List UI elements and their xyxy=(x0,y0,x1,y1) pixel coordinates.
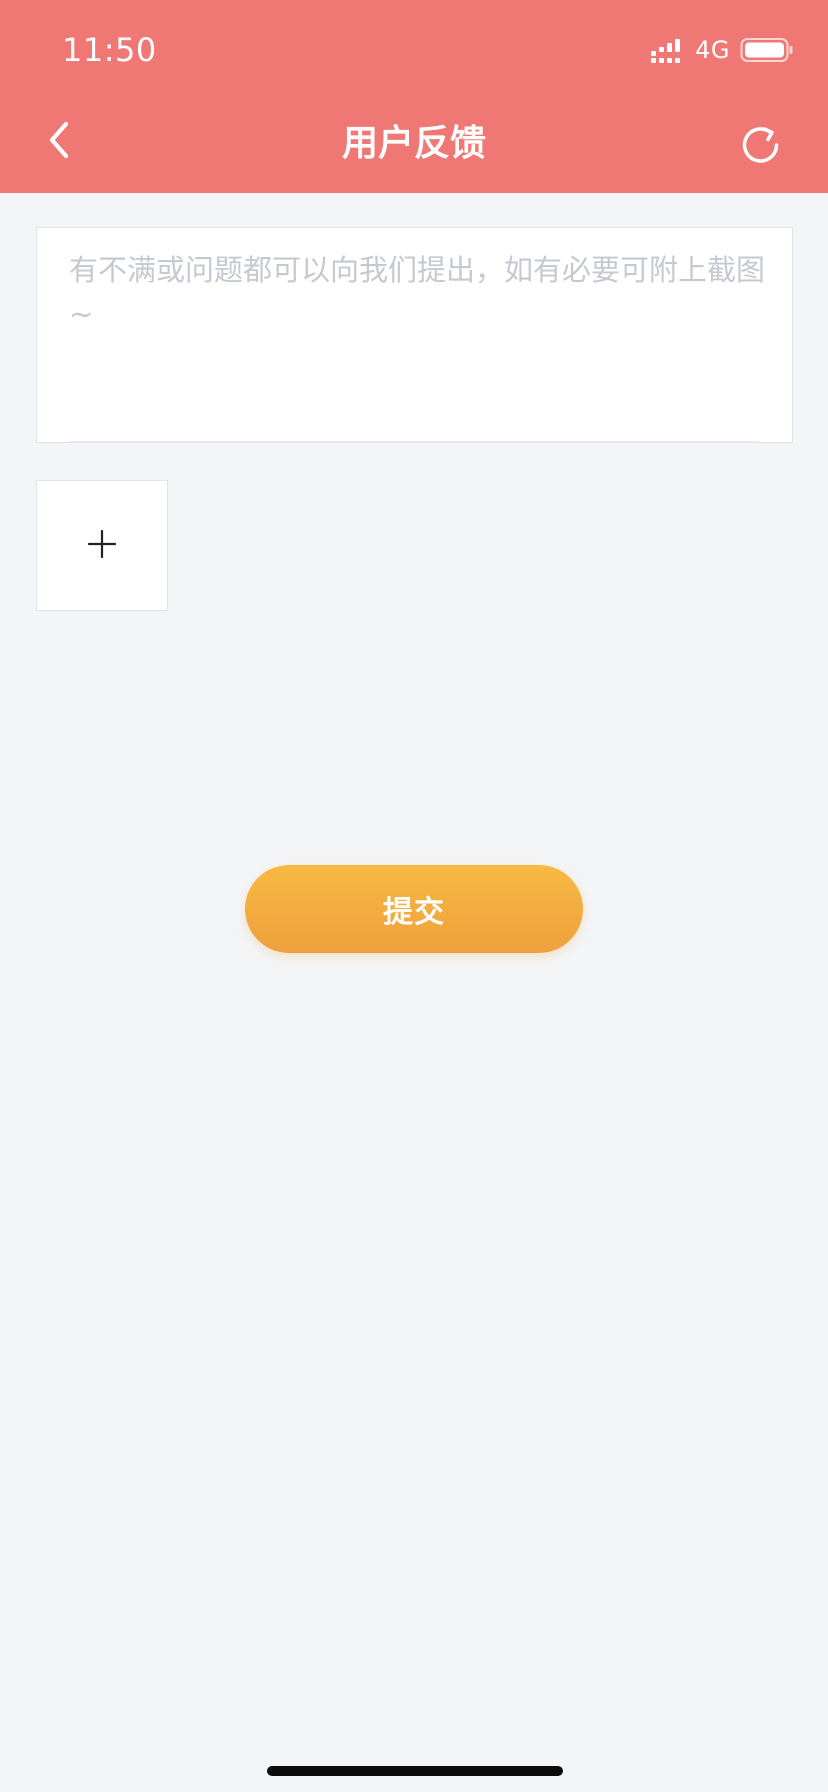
submit-button[interactable]: 提交 xyxy=(245,865,583,953)
feedback-input[interactable] xyxy=(69,248,769,438)
feedback-divider xyxy=(70,440,759,442)
top-header: 11:50 4G 用户反馈 xyxy=(0,0,828,193)
add-image-button[interactable] xyxy=(36,480,168,611)
home-indicator xyxy=(267,1766,563,1776)
battery-icon xyxy=(740,37,794,63)
refresh-button[interactable] xyxy=(736,122,786,172)
signal-icon xyxy=(651,37,685,63)
feedback-box xyxy=(36,227,793,443)
plus-icon xyxy=(87,529,117,563)
page-title: 用户反馈 xyxy=(341,123,486,164)
refresh-icon xyxy=(739,123,783,171)
network-label: 4G xyxy=(695,36,730,64)
status-time: 11:50 xyxy=(62,31,157,69)
status-icons: 4G xyxy=(651,34,794,66)
